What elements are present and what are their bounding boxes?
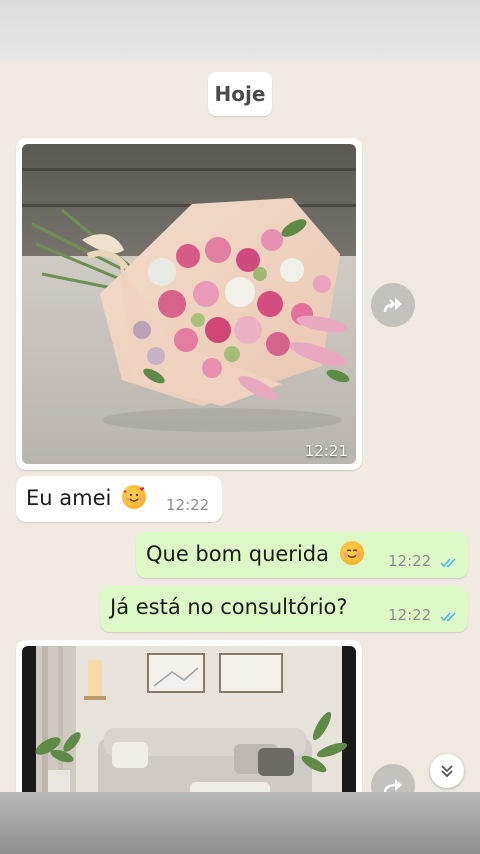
date-separator: Hoje [208,72,272,116]
image-timestamp: 12:21 [304,442,348,460]
chat-area[interactable]: Hoje 12:21 Eu amei 12:22 Que bom querida… [0,62,480,792]
scroll-to-bottom-button[interactable] [430,754,464,788]
message-timestamp: 12:22 [388,606,432,624]
message-text-wrapper: Eu amei [26,485,147,510]
image-message-bouquet[interactable]: 12:21 [16,138,362,470]
forward-icon [383,779,402,792]
message-timestamp: 12:22 [166,496,210,514]
double-check-icon [440,558,456,568]
outgoing-message[interactable]: Que bom querida 12:22 [136,532,468,578]
date-label: Hoje [214,82,266,106]
double-chevron-down-icon [441,765,453,778]
forward-icon [383,298,402,313]
message-timestamp: 12:22 [388,552,432,570]
message-text: Eu amei [26,486,112,510]
image-message-living-room[interactable] [16,640,362,792]
outgoing-message[interactable]: Já está no consultório? 12:22 [100,586,468,632]
forward-button[interactable] [371,283,415,327]
living-room-photo[interactable] [22,646,356,792]
bouquet-photo[interactable] [22,144,356,464]
smiling-face-emoji [339,541,364,565]
message-text-wrapper: Que bom querida [146,541,364,566]
top-status-band [0,0,480,62]
message-text: Que bom querida [146,542,329,566]
forward-button[interactable] [371,764,415,792]
message-text: Já está no consultório? [110,595,348,619]
double-check-icon [440,612,456,622]
bottom-band [0,792,480,854]
incoming-message[interactable]: Eu amei 12:22 [16,476,222,522]
smiling-face-with-hearts-emoji [122,485,147,509]
